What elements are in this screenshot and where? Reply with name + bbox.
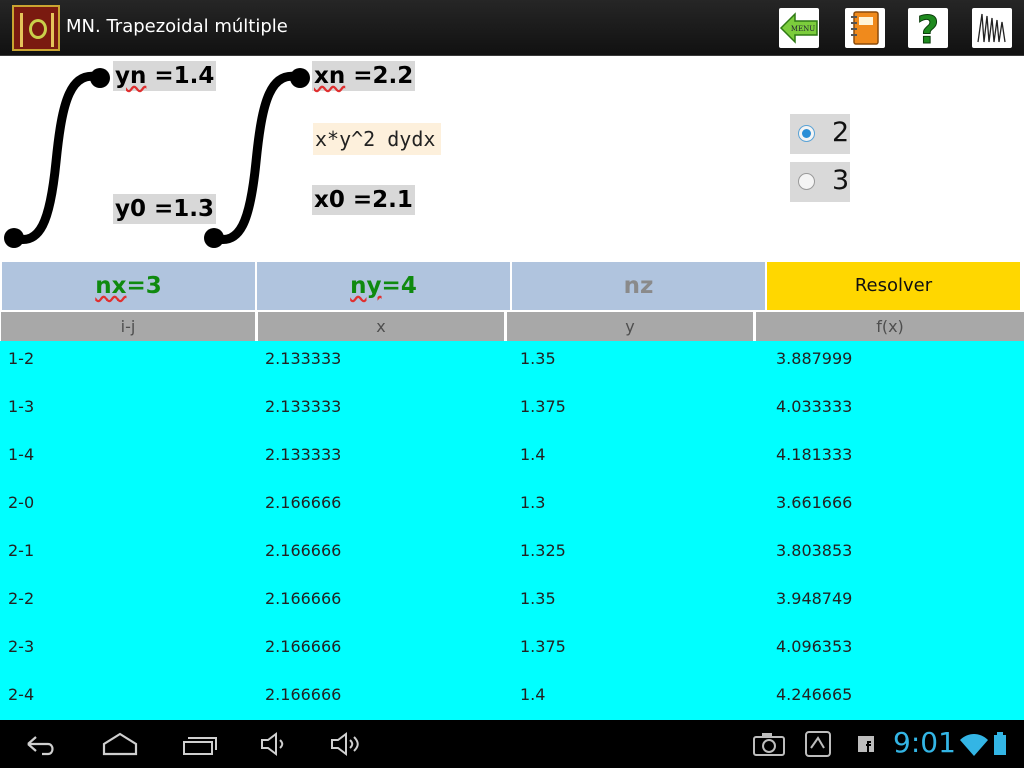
radio-option-3[interactable]: 3 xyxy=(790,162,850,202)
column-header-x: x xyxy=(258,312,504,341)
table-row[interactable]: 2-0 2.166666 1.3 3.661666 xyxy=(0,485,1024,533)
radio-checked-icon[interactable] xyxy=(798,125,815,142)
cell-fx: 3.948749 xyxy=(776,589,853,608)
inner-upper-limit[interactable]: xn =2.2 xyxy=(312,61,416,91)
volume-up-icon[interactable] xyxy=(326,728,366,760)
cell-ij: 1-2 xyxy=(8,349,35,368)
cell-ij: 1-3 xyxy=(8,397,35,416)
notebook-icon xyxy=(851,11,879,45)
app-logo-icon xyxy=(12,5,60,51)
table-row[interactable]: 2-1 2.166666 1.325 3.803853 xyxy=(0,533,1024,581)
inner-lower-limit[interactable]: x0 =2.1 xyxy=(312,185,415,215)
radio-label-2: 2 xyxy=(832,117,850,148)
cell-y: 1.3 xyxy=(520,493,546,512)
cell-y: 1.325 xyxy=(520,541,566,560)
app-title: MN. Trapezoidal múltiple xyxy=(66,16,288,37)
ny-value: =4 xyxy=(381,273,417,299)
camera-icon xyxy=(750,728,790,760)
cell-y: 1.375 xyxy=(520,397,566,416)
back-icon[interactable] xyxy=(20,728,60,760)
outer-integral-icon xyxy=(4,68,110,248)
cell-ij: 2-0 xyxy=(8,493,35,512)
nx-var: nx xyxy=(95,273,127,299)
radio-unchecked-icon[interactable] xyxy=(798,173,815,190)
table-row[interactable]: 2-2 2.166666 1.35 3.948749 xyxy=(0,581,1024,629)
inner-upper-var: xn xyxy=(314,63,346,89)
results-table[interactable]: 1-2 2.133333 1.35 3.887999 1-3 2.133333 1.375 4… xyxy=(0,341,1024,720)
resolver-button[interactable]: Resolver xyxy=(767,262,1020,310)
ny-var: ny xyxy=(350,273,382,299)
cell-x: 2.166666 xyxy=(265,589,342,608)
table-row[interactable]: 2-4 2.166666 1.4 4.246665 xyxy=(0,677,1024,720)
help-button[interactable]: ? xyxy=(908,8,948,48)
cell-fx: 4.246665 xyxy=(776,685,853,704)
battery-icon xyxy=(986,728,1016,760)
nx-value: =3 xyxy=(126,273,162,299)
svg-text:?: ? xyxy=(917,8,939,48)
screenshot-app-icon xyxy=(798,728,838,760)
cell-fx: 4.096353 xyxy=(776,637,853,656)
menu-label: MENU xyxy=(791,25,815,33)
table-row[interactable]: 1-3 2.133333 1.375 4.033333 xyxy=(0,389,1024,437)
facebook-icon xyxy=(848,728,888,760)
cell-y: 1.35 xyxy=(520,349,556,368)
cell-fx: 4.033333 xyxy=(776,397,853,416)
nx-field[interactable]: nx=3 xyxy=(2,262,255,310)
cell-y: 1.4 xyxy=(520,445,546,464)
column-header-y: y xyxy=(507,312,753,341)
table-row[interactable]: 2-3 2.166666 1.375 4.096353 xyxy=(0,629,1024,677)
table-row[interactable]: 1-2 2.133333 1.35 3.887999 xyxy=(0,341,1024,389)
volume-down-icon[interactable] xyxy=(256,728,296,760)
title-bar: MN. Trapezoidal múltiple MENU ? xyxy=(0,0,1024,56)
cell-x: 2.133333 xyxy=(265,349,342,368)
ny-field[interactable]: ny=4 xyxy=(257,262,510,310)
navigation-bar: 9:01 xyxy=(0,720,1024,768)
cell-ij: 2-3 xyxy=(8,637,35,656)
cell-fx: 3.803853 xyxy=(776,541,853,560)
nz-field[interactable]: nz xyxy=(512,262,765,310)
column-header-fx: f(x) xyxy=(756,312,1024,341)
cell-y: 1.375 xyxy=(520,637,566,656)
graph-button[interactable] xyxy=(972,8,1012,48)
notes-button[interactable] xyxy=(845,8,885,48)
cell-x: 2.166666 xyxy=(265,637,342,656)
cell-x: 2.166666 xyxy=(265,541,342,560)
table-header: i-j x y f(x) xyxy=(0,312,1024,341)
column-header-ij: i-j xyxy=(1,312,255,341)
cell-ij: 2-4 xyxy=(8,685,35,704)
status-clock: 9:01 xyxy=(893,726,956,759)
outer-upper-var: yn xyxy=(115,63,147,89)
cell-x: 2.166666 xyxy=(265,685,342,704)
cell-ij: 1-4 xyxy=(8,445,35,464)
cell-ij: 2-2 xyxy=(8,589,35,608)
cell-fx: 3.887999 xyxy=(776,349,853,368)
radio-option-2[interactable]: 2 xyxy=(790,114,850,154)
inner-upper-value: =2.2 xyxy=(345,63,414,89)
scribble-icon xyxy=(977,13,1006,43)
inner-integral-icon xyxy=(204,68,310,248)
cell-x: 2.133333 xyxy=(265,397,342,416)
cell-y: 1.35 xyxy=(520,589,556,608)
menu-arrow-icon: MENU xyxy=(779,12,818,44)
function-input[interactable]: x*y^2 dydx xyxy=(313,123,441,155)
menu-button[interactable]: MENU xyxy=(779,8,819,48)
radio-label-3: 3 xyxy=(832,165,850,196)
cell-x: 2.133333 xyxy=(265,445,342,464)
cell-x: 2.166666 xyxy=(265,493,342,512)
cell-y: 1.4 xyxy=(520,685,546,704)
cell-fx: 4.181333 xyxy=(776,445,853,464)
app-window: MN. Trapezoidal múltiple MENU ? yn =1.4 … xyxy=(0,0,1024,768)
help-question-icon: ? xyxy=(916,8,939,48)
table-row[interactable]: 1-4 2.133333 1.4 4.181333 xyxy=(0,437,1024,485)
cell-ij: 2-1 xyxy=(8,541,35,560)
home-icon[interactable] xyxy=(100,728,140,760)
recent-apps-icon[interactable] xyxy=(180,728,220,760)
cell-fx: 3.661666 xyxy=(776,493,853,512)
